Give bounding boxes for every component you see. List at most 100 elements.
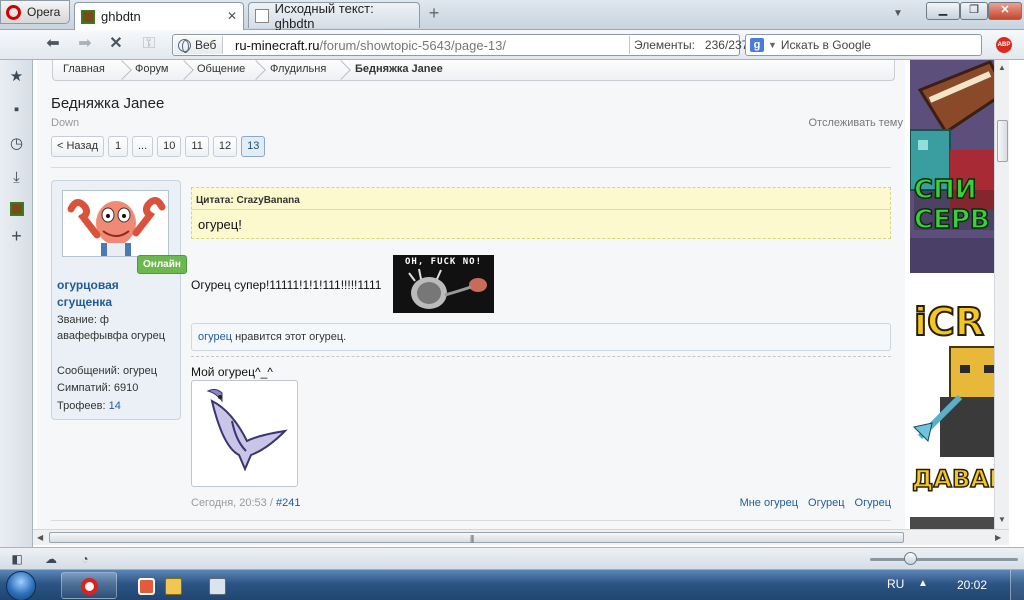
bookmarks-star-icon[interactable]: ★ [8,68,25,85]
svg-text:СПИ: СПИ [914,175,977,205]
close-window-button[interactable]: ✕ [988,2,1022,20]
back-arrow-icon[interactable]: ⬅ [42,35,64,55]
quote-post-link[interactable]: Огурец [808,497,844,509]
vertical-scrollbar[interactable]: ▲ ▼ [994,60,1009,529]
breadcrumb-current: Бедняжка Janee [355,63,443,75]
url-host: ru-minecraft.ru [235,38,320,53]
user-posts: Сообщений: огурец [57,365,158,377]
tab-title: Исходный текст: ghbdtn [274,0,374,31]
search-field[interactable]: g ▼ Искать в Google [745,34,982,56]
topic-subtitle: Down [51,117,80,129]
taskbar-clock[interactable]: 20:02 [957,578,987,592]
watch-topic-link[interactable]: Отслеживать тему [808,117,903,129]
breadcrumb-separator [334,60,344,81]
new-tab-icon[interactable]: + [426,4,442,22]
divider [51,167,891,168]
meme-image: OH, FUCK NO! [393,255,494,313]
breadcrumb-general[interactable]: Общение [197,63,245,75]
tray-flag-icon[interactable]: ▲ [918,578,928,589]
url-field[interactable]: Веб ru-minecraft.ru/forum/showtopic-5643… [172,34,748,56]
tab-source[interactable]: Исходный текст: ghbdtn [248,0,420,31]
like-post-link[interactable]: Мне огурец [740,497,798,509]
page-viewport: Главная Форум Общение Флудильня Бедняжка… [33,60,1009,529]
web-mode-chip[interactable]: Веб [174,36,224,54]
minecraft-panel-icon[interactable] [8,202,25,219]
search-engine-chevron-icon[interactable]: ▼ [768,40,777,50]
windows-taskbar: RU ▲ 20:02 [0,569,1024,600]
minimize-button[interactable]: ▁ [926,2,960,20]
page-button[interactable]: 1 [108,136,128,157]
opera-icon [81,578,98,595]
page-favicon-icon [255,8,269,23]
windows-logo-icon [6,571,36,600]
page-prev-button[interactable]: < Назад [51,136,104,157]
language-indicator[interactable]: RU [887,577,904,591]
globe-icon [178,38,191,53]
likes-user-link[interactable]: огурец [198,331,232,343]
tab-title: ghbdtn [101,9,141,24]
zoom-slider-track[interactable] [870,558,1018,561]
ad-banner-middle[interactable]: iCR ДАВАЙ [910,287,1007,514]
scroll-right-icon[interactable]: ▶ [995,533,1001,542]
quote-block: Цитата: CrazyBanana огурец! [191,187,891,239]
key-icon[interactable]: ⚿ [138,35,160,55]
add-panel-icon[interactable]: + [8,227,25,245]
google-icon[interactable]: g [750,38,764,52]
maximize-button[interactable]: ❐ [960,2,988,20]
avatar[interactable] [62,190,169,257]
stop-icon[interactable]: ✕ [105,35,127,55]
forward-arrow-icon[interactable]: ➡ [74,35,96,55]
web-mode-label: Веб [195,38,217,52]
breadcrumb-home[interactable]: Главная [63,63,105,75]
opera-menu-label: Opera [27,5,61,19]
horizontal-scroll-thumb[interactable]: ||| [49,532,904,543]
page-button[interactable]: 12 [212,136,238,157]
turbo-gauge-icon[interactable]: ◔ [77,552,93,566]
notes-icon[interactable]: ▪ [8,101,25,118]
ad-banner-top[interactable]: СПИ СЕРВ [910,60,1007,273]
page-button[interactable]: 10 [157,136,182,157]
ad-banner-bottom[interactable] [910,517,1007,529]
online-badge: Онлайн [137,255,187,274]
breadcrumb-forum[interactable]: Форум [135,63,168,75]
user-card: Онлайн огурцовая сгущенка Звание: ф аваф… [51,180,187,420]
pagination: < Назад 1 ... 10 11 12 13 [51,136,266,157]
toggle-panel-icon[interactable]: ◧ [9,552,25,566]
taskbar-calculator-button[interactable] [189,572,245,599]
scroll-down-icon[interactable]: ▼ [998,515,1006,524]
breadcrumb: Главная Форум Общение Флудильня Бедняжка… [52,60,895,81]
username-link[interactable]: огурцовая сгущенка [57,277,177,311]
minecraft-favicon-icon [81,9,95,24]
tab-ghbdtn[interactable]: ghbdtn ✕ [74,2,244,30]
opera-menu-button[interactable]: Opera [0,0,70,24]
adblock-icon[interactable]: ABP [996,37,1012,53]
show-desktop-button[interactable] [1010,570,1024,600]
url-text: ru-minecraft.ru/forum/showtopic-5643/pag… [235,38,506,53]
close-tab-icon[interactable]: ✕ [227,9,237,23]
page-button[interactable]: 11 [185,136,209,157]
scroll-left-icon[interactable]: ◀ [37,533,43,542]
zoom-slider-knob[interactable] [904,552,917,565]
horizontal-scrollbar[interactable]: ◀ ||| ▶ [33,529,1009,545]
page-ellipsis-button[interactable]: ... [132,136,154,157]
downloads-icon[interactable]: ⤓ [8,169,25,186]
tab-list-chevron-icon[interactable]: ▼ [893,8,903,19]
page-current-button[interactable]: 13 [241,136,266,157]
elements-value: 236/237 [704,38,749,52]
pterodactyl-image [206,388,288,472]
url-path: /forum/showtopic-5643/page-13/ [319,38,506,53]
trophies-link[interactable]: 14 [109,400,121,412]
reply-post-link[interactable]: Огурец [855,497,891,509]
history-clock-icon[interactable]: ◷ [8,135,25,152]
opera-unite-cloud-icon[interactable]: ☁ [43,552,59,566]
vertical-scroll-thumb[interactable] [997,120,1008,162]
breadcrumb-flood[interactable]: Флудильня [270,63,326,75]
user-likes: Симпатий: 6910 [57,382,139,394]
scroll-up-icon[interactable]: ▲ [998,63,1006,72]
taskbar-opera-button[interactable] [61,572,117,599]
svg-text:СЕРВ: СЕРВ [914,205,990,235]
start-button[interactable] [2,570,46,600]
scroll-grip-icon: ||| [470,534,474,543]
post-permalink[interactable]: #241 [276,497,300,509]
opera-logo-icon [6,4,21,20]
